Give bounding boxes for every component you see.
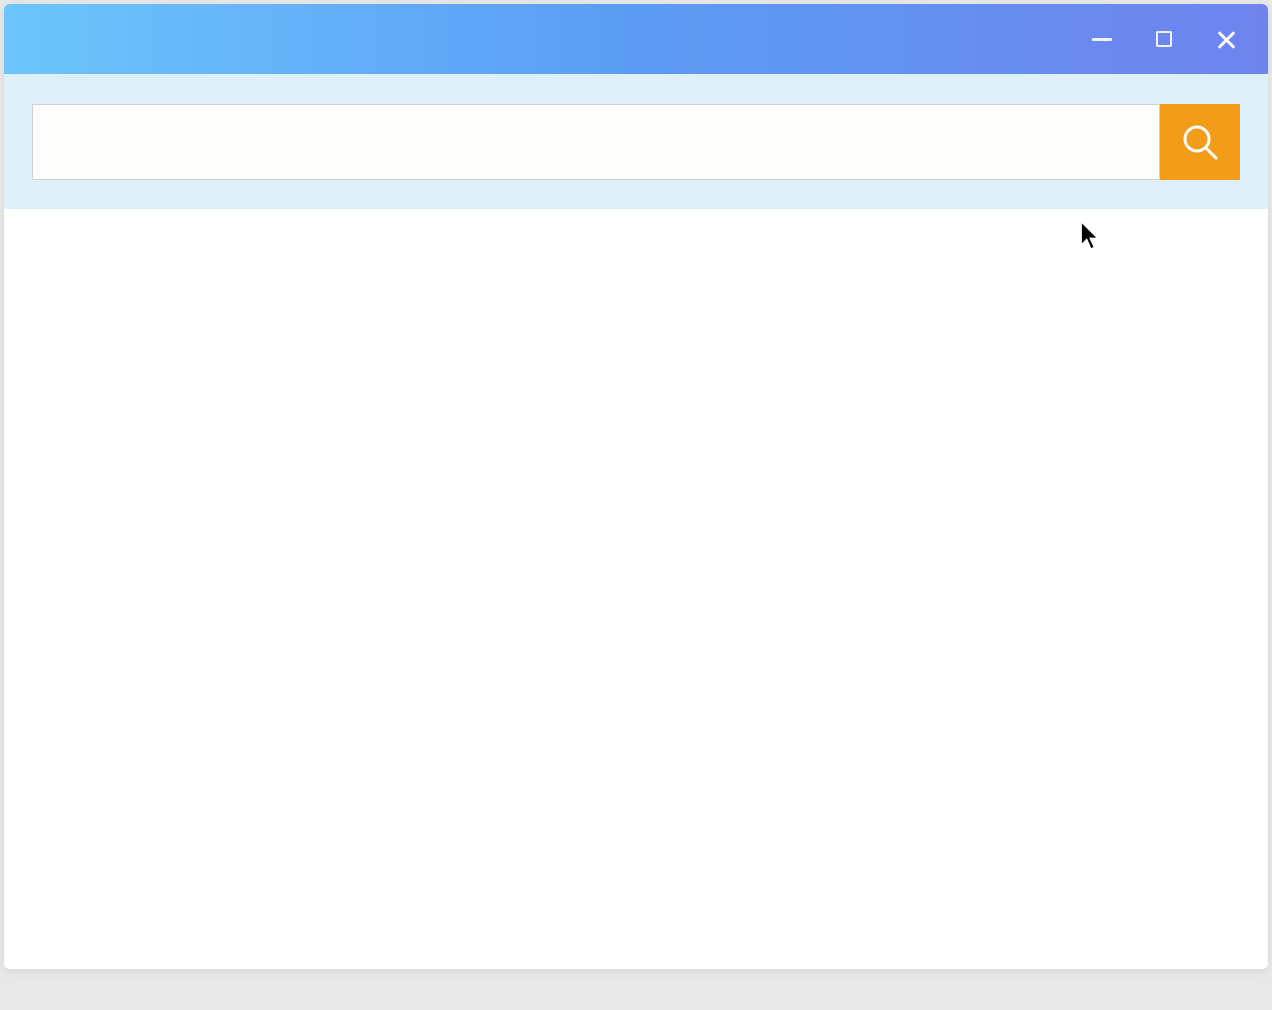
close-icon — [1216, 29, 1236, 49]
maximize-icon — [1156, 31, 1172, 47]
search-input[interactable] — [32, 104, 1160, 180]
close-button[interactable] — [1214, 27, 1238, 51]
cursor-icon — [1079, 221, 1103, 256]
search-bar-area — [4, 74, 1268, 209]
minimize-icon — [1092, 38, 1112, 41]
maximize-button[interactable] — [1152, 27, 1176, 51]
search-button[interactable] — [1160, 104, 1240, 180]
titlebar — [4, 4, 1268, 74]
content-area — [4, 209, 1268, 969]
app-window — [4, 4, 1268, 969]
search-container — [32, 104, 1240, 180]
minimize-button[interactable] — [1090, 27, 1114, 51]
search-icon — [1180, 122, 1220, 162]
